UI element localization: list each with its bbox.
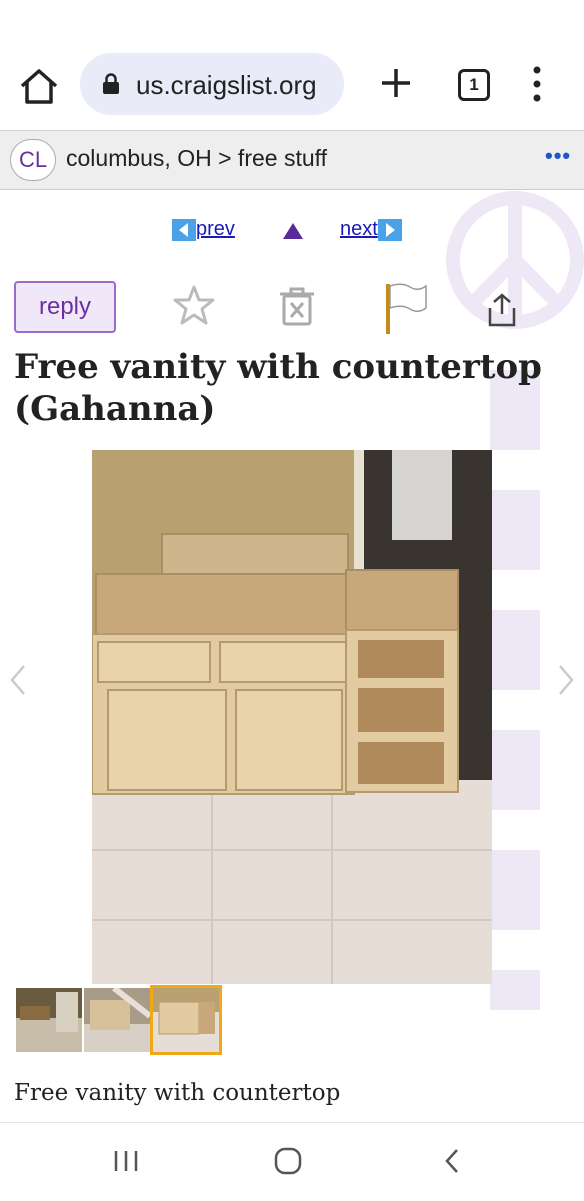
right-arrow-icon — [377, 218, 402, 241]
thumbnail-1[interactable] — [16, 988, 82, 1052]
tabs-button[interactable]: 1 — [458, 69, 490, 101]
next-label: next — [340, 218, 378, 240]
up-triangle-icon[interactable] — [282, 220, 304, 242]
back-icon[interactable] — [442, 1147, 462, 1175]
plus-icon[interactable] — [378, 65, 414, 101]
system-navigation-bar — [0, 1122, 584, 1201]
site-header: CL columbus, OH > free stuff ••• — [0, 130, 584, 190]
main-photo[interactable] — [92, 450, 492, 984]
address-bar[interactable]: us.craigslist.org — [80, 53, 344, 115]
post-body: Free vanity with countertop — [14, 1080, 341, 1106]
home-icon[interactable] — [18, 66, 60, 106]
url-text: us.craigslist.org — [136, 70, 317, 100]
hide-icon[interactable] — [278, 286, 316, 326]
browser-toolbar: us.craigslist.org 1 — [0, 40, 584, 130]
home-button-icon[interactable] — [274, 1147, 302, 1175]
previous-image-arrow-icon[interactable] — [8, 660, 28, 700]
next-link[interactable]: next — [340, 218, 402, 241]
next-image-arrow-icon[interactable] — [556, 660, 576, 700]
craigslist-logo[interactable]: CL — [10, 139, 56, 181]
flag-icon[interactable] — [382, 280, 428, 336]
prev-link[interactable]: prev — [172, 218, 235, 241]
recent-apps-icon[interactable] — [112, 1149, 140, 1173]
breadcrumb[interactable]: columbus, OH > free stuff — [66, 145, 327, 172]
reply-button[interactable]: reply — [14, 281, 116, 333]
thumbnail-strip — [14, 985, 224, 1056]
post-navigation: prev next — [0, 214, 584, 250]
post-title: Free vanity with countertop (Gahanna) — [14, 347, 542, 429]
star-icon[interactable] — [172, 284, 216, 326]
more-menu-icon[interactable]: ••• — [545, 143, 571, 169]
thumbnail-3-selected[interactable] — [150, 985, 222, 1055]
lock-icon — [103, 73, 119, 94]
prev-label: prev — [196, 218, 235, 240]
left-arrow-icon — [172, 218, 196, 241]
thumbnail-2[interactable] — [84, 988, 150, 1052]
share-icon[interactable] — [486, 292, 518, 328]
status-bar — [0, 0, 584, 40]
more-vertical-icon[interactable] — [528, 64, 546, 104]
